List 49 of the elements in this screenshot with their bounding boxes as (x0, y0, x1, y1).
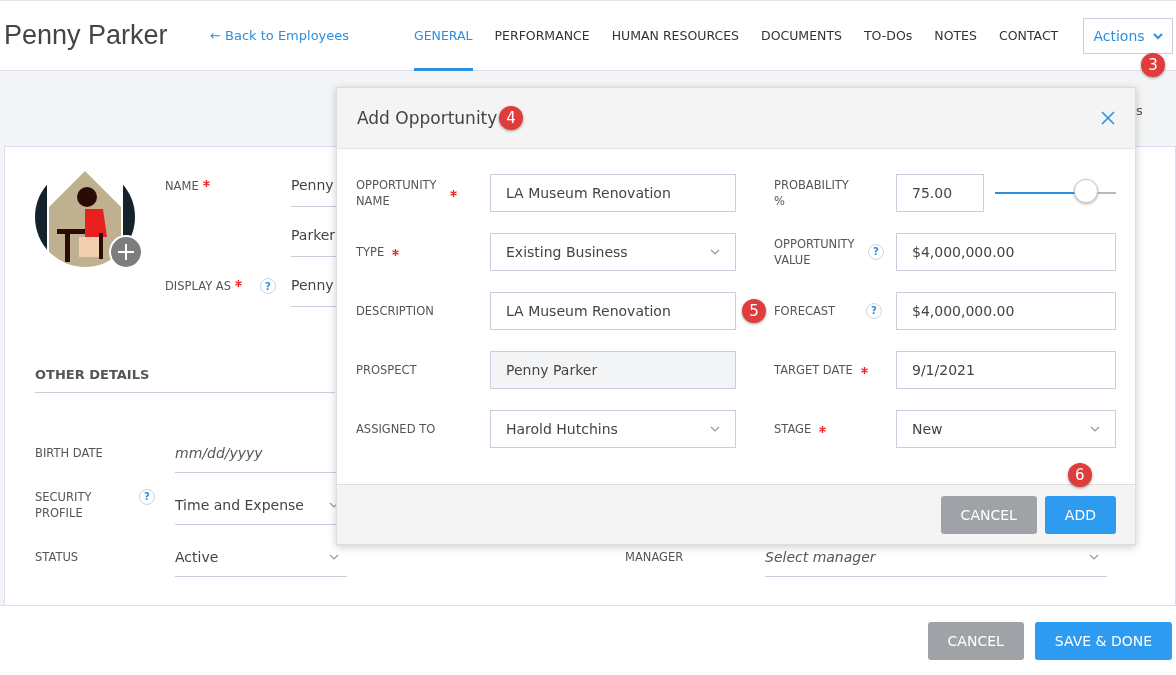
tab[interactable]: CONTACT (998, 0, 1059, 71)
dropdown[interactable]: Harold Hutchins (490, 410, 736, 448)
tab[interactable]: DOCUMENTS (761, 0, 842, 71)
field-label: TARGET DATE (774, 362, 853, 378)
field-label: OPPORTUNITY VALUE (774, 236, 856, 268)
field-label: OPPORTUNITY NAME (356, 177, 438, 209)
chevron-down-icon (1089, 553, 1099, 560)
text-field[interactable]: LA Museum Renovation (490, 174, 736, 212)
section-heading: OTHER DETAILS (35, 367, 335, 393)
field-label: FORECAST (774, 303, 836, 319)
text-field[interactable]: $4,000,000.00 (896, 233, 1116, 271)
text-field[interactable]: 9/1/2021 (896, 351, 1116, 389)
step-badge: 4 (499, 106, 523, 130)
text-field[interactable]: LA Museum Renovation (490, 292, 736, 330)
field-label: SECURITY PROFILE (35, 489, 93, 521)
field-label: MANAGER (625, 549, 684, 565)
field-label: NAME (165, 179, 199, 193)
close-button[interactable] (1101, 111, 1115, 125)
chevron-down-icon (1152, 32, 1163, 40)
chevron-down-icon (329, 553, 339, 560)
field-label: DESCRIPTION (356, 303, 434, 319)
field-label: STAGE (774, 421, 812, 437)
field-label: TYPE (356, 244, 385, 260)
chevron-down-icon (1090, 426, 1100, 432)
dialog-title: Add Opportunity (357, 108, 498, 128)
field-label: BIRTH DATE (35, 445, 103, 461)
back-link[interactable]: ← Back to Employees (210, 28, 386, 43)
step-badge: 5 (742, 299, 766, 323)
tab-label: s (1136, 103, 1143, 118)
step-badge: 3 (1141, 53, 1165, 77)
text-field[interactable]: $4,000,000.00 (896, 292, 1116, 330)
chevron-down-icon (710, 426, 720, 432)
field-label: ASSIGNED TO (356, 421, 436, 437)
step-badge: 6 (1067, 462, 1092, 487)
tab[interactable]: PERFORMANCE (494, 0, 590, 71)
page-title: Penny Parker (4, 20, 169, 51)
field-label: DISPLAY AS (165, 279, 231, 293)
chevron-down-icon (710, 249, 720, 255)
plus-icon (117, 243, 135, 261)
tab[interactable]: HUMAN RESOURCES (611, 0, 740, 71)
dropdown[interactable]: New (896, 410, 1116, 448)
tab[interactable]: NOTES (934, 0, 977, 71)
number-field[interactable]: 75.00 (896, 174, 984, 212)
slider-handle[interactable] (1073, 179, 1098, 203)
field-label: PROSPECT (356, 362, 417, 378)
field-label: PROBABILITY % (774, 177, 850, 209)
dropdown[interactable]: Existing Business (490, 233, 736, 271)
field-label: STATUS (35, 549, 79, 565)
tab[interactable]: TO-DOs (864, 0, 913, 71)
